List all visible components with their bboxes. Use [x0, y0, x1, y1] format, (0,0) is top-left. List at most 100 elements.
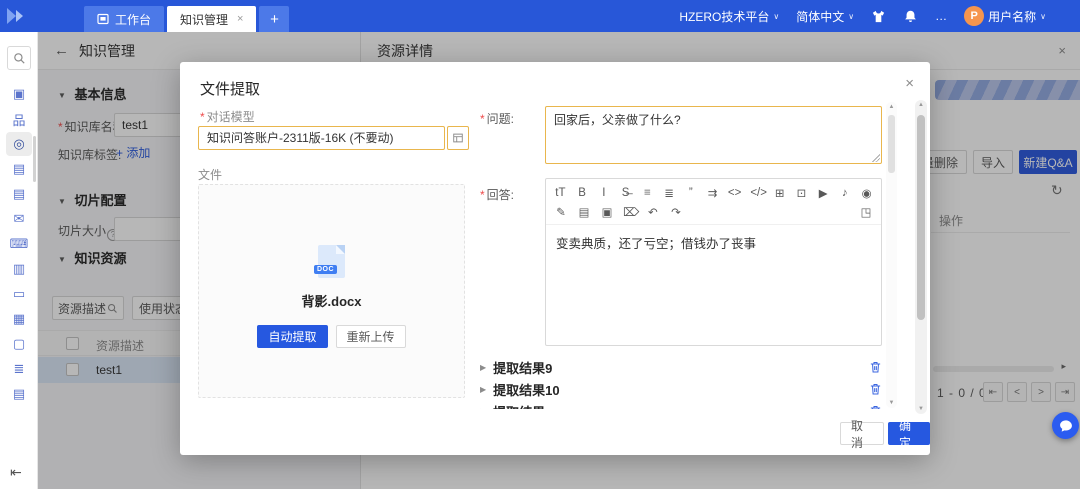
- platform-switcher[interactable]: HZERO技术平台 ∨: [679, 8, 779, 25]
- image-settings-icon[interactable]: ▦: [6, 307, 32, 331]
- tab-workbench-label: 工作台: [115, 12, 152, 27]
- workbench-icon: [97, 13, 109, 25]
- inline-code-icon[interactable]: <>: [728, 187, 741, 199]
- search-icon: [13, 52, 25, 64]
- required-asterisk: *: [200, 110, 205, 124]
- trash-icon: [870, 384, 881, 395]
- chat-icon[interactable]: ▢: [6, 332, 32, 356]
- cancel-button[interactable]: 取消: [840, 419, 884, 450]
- extraction-results-list: ▶ 提取结果9 ▶ 提取结果10 ▶ 提取结果: [480, 356, 882, 409]
- question-value: 回家后，父亲做了什么?: [554, 113, 681, 127]
- keyboard-icon[interactable]: ⌨: [6, 232, 32, 256]
- scroll-down-icon[interactable]: ▼: [915, 406, 927, 412]
- copy-icon[interactable]: ▣: [600, 205, 614, 219]
- required-asterisk: *: [480, 188, 485, 202]
- hzero-logo-icon: [7, 8, 23, 24]
- delete-result-button[interactable]: [869, 404, 882, 409]
- preview-icon[interactable]: ◉: [860, 186, 873, 200]
- scroll-up-icon[interactable]: ▲: [886, 104, 897, 110]
- folder-icon[interactable]: ▭: [6, 282, 32, 306]
- auto-extract-button[interactable]: 自动提取: [257, 325, 328, 348]
- answer-value[interactable]: 变卖典质，还了亏空；借钱办了丧事: [546, 224, 881, 260]
- copy-windows-icon[interactable]: ▥: [6, 257, 32, 281]
- scrollbar-thumb[interactable]: [888, 115, 895, 173]
- quote-icon[interactable]: ”: [684, 187, 697, 199]
- window-alt-icon[interactable]: ▤: [6, 182, 32, 206]
- sidebar-scrollbar[interactable]: [33, 136, 36, 182]
- form-list-icon[interactable]: ≣: [6, 357, 32, 381]
- lov-lookup-button[interactable]: [447, 126, 469, 150]
- more-menu-button[interactable]: …: [935, 9, 947, 23]
- extraction-result-row[interactable]: ▶ 提取结果10: [480, 378, 882, 400]
- extraction-result-label: 提取结果: [493, 402, 545, 410]
- modal-scrollbar[interactable]: ▲ ▼: [915, 100, 927, 414]
- sidebar-menu: ▣ 品 ◎ ▤ ▤ ✉ ⌨ ▥ ▭ ▦ ▢ ≣ ▤: [0, 82, 38, 406]
- collapse-menu-icon[interactable]: ⇤: [10, 464, 22, 481]
- window-icon[interactable]: ▤: [6, 157, 32, 181]
- doc-badge: DOC: [314, 265, 338, 274]
- sidebar-search-button[interactable]: [7, 46, 31, 70]
- extraction-result-row[interactable]: ▶ 提取结果: [480, 400, 882, 409]
- user-menu[interactable]: P 用户名称 ∨: [964, 6, 1046, 26]
- model-label: * 对话模型: [200, 110, 255, 124]
- close-icon[interactable]: ×: [905, 75, 914, 92]
- heading-icon[interactable]: tT: [554, 187, 567, 199]
- tab-knowledge-management[interactable]: 知识管理 ×: [167, 6, 257, 32]
- export-icon[interactable]: ▤: [577, 205, 591, 219]
- mail-icon[interactable]: ✉: [6, 207, 32, 231]
- reupload-button[interactable]: 重新上传: [335, 325, 406, 348]
- theme-button[interactable]: [871, 9, 886, 24]
- model-input[interactable]: 知识问答账户-2311版-16K (不要动): [198, 126, 445, 150]
- user-center-icon[interactable]: ◎: [6, 132, 32, 156]
- new-tab-button[interactable]: +: [259, 6, 290, 32]
- language-label: 简体中文: [796, 9, 845, 24]
- bold-icon[interactable]: B: [576, 187, 589, 199]
- unordered-list-icon[interactable]: ≡: [641, 187, 654, 199]
- confirm-button[interactable]: 确定: [888, 419, 930, 450]
- indent-icon[interactable]: ⇉: [706, 186, 719, 200]
- notifications-button[interactable]: [903, 9, 918, 24]
- tab-workbench[interactable]: 工作台: [84, 6, 165, 32]
- chevron-down-icon: ∨: [1040, 11, 1046, 21]
- answer-rich-editor[interactable]: tT B I S̶ ≡ ≣ ” ⇉ <> </> ⊞ ⊡ ▶ ♪ ◉ ✎ ▤ ▣ ⌦ ↶ ↷ ◳ 变卖典质，还了亏空；…: [545, 178, 882, 346]
- file-label: 文件: [198, 168, 223, 182]
- language-switcher[interactable]: 简体中文 ∨: [796, 8, 854, 25]
- ordered-list-icon[interactable]: ≣: [663, 186, 676, 200]
- code-block-icon[interactable]: </>: [750, 187, 767, 199]
- image-icon[interactable]: ⊡: [795, 186, 808, 200]
- tab-knowledge-label: 知识管理: [180, 12, 229, 27]
- delete-icon[interactable]: ⌦: [623, 205, 639, 219]
- dashboard-icon[interactable]: ▣: [6, 82, 32, 106]
- form-scrollbar[interactable]: ▲ ▼: [886, 102, 897, 408]
- extraction-result-row[interactable]: ▶ 提取结果9: [480, 356, 882, 378]
- platform-name: HZERO技术平台: [679, 9, 770, 24]
- redo-icon[interactable]: ↷: [669, 205, 683, 219]
- audio-icon[interactable]: ♪: [839, 187, 852, 199]
- undo-icon[interactable]: ↶: [646, 205, 660, 219]
- org-chart-icon[interactable]: 品: [6, 107, 32, 131]
- caret-right-icon: ▶: [480, 384, 487, 394]
- video-icon[interactable]: ▶: [817, 186, 830, 200]
- delete-result-button[interactable]: [869, 360, 882, 374]
- clipped-icon[interactable]: ▤: [6, 382, 32, 406]
- edit-icon[interactable]: ✎: [554, 205, 568, 219]
- scroll-up-icon[interactable]: ▲: [915, 102, 927, 108]
- tab-close-icon[interactable]: ×: [237, 13, 243, 25]
- italic-icon[interactable]: I: [597, 187, 610, 199]
- chevron-down-icon: ∨: [773, 11, 780, 21]
- table-icon[interactable]: ⊞: [773, 186, 786, 200]
- file-upload-area: DOC 背影.docx 自动提取 重新上传: [198, 184, 465, 398]
- required-asterisk: *: [480, 112, 485, 126]
- assistant-float-button[interactable]: [1052, 412, 1079, 439]
- chat-bubble-icon: [1059, 419, 1072, 432]
- question-textarea[interactable]: 回家后，父亲做了什么?: [545, 106, 882, 164]
- trash-icon: [870, 406, 881, 409]
- caret-right-icon: ▶: [480, 362, 487, 372]
- scrollbar-thumb[interactable]: [917, 115, 925, 320]
- resize-handle[interactable]: [871, 153, 880, 162]
- fullscreen-icon[interactable]: ◳: [859, 205, 873, 219]
- scroll-down-icon[interactable]: ▼: [886, 400, 897, 406]
- delete-result-button[interactable]: [869, 382, 882, 396]
- question-label: * 问题:: [480, 112, 515, 126]
- strikethrough-icon[interactable]: S̶: [619, 187, 632, 199]
